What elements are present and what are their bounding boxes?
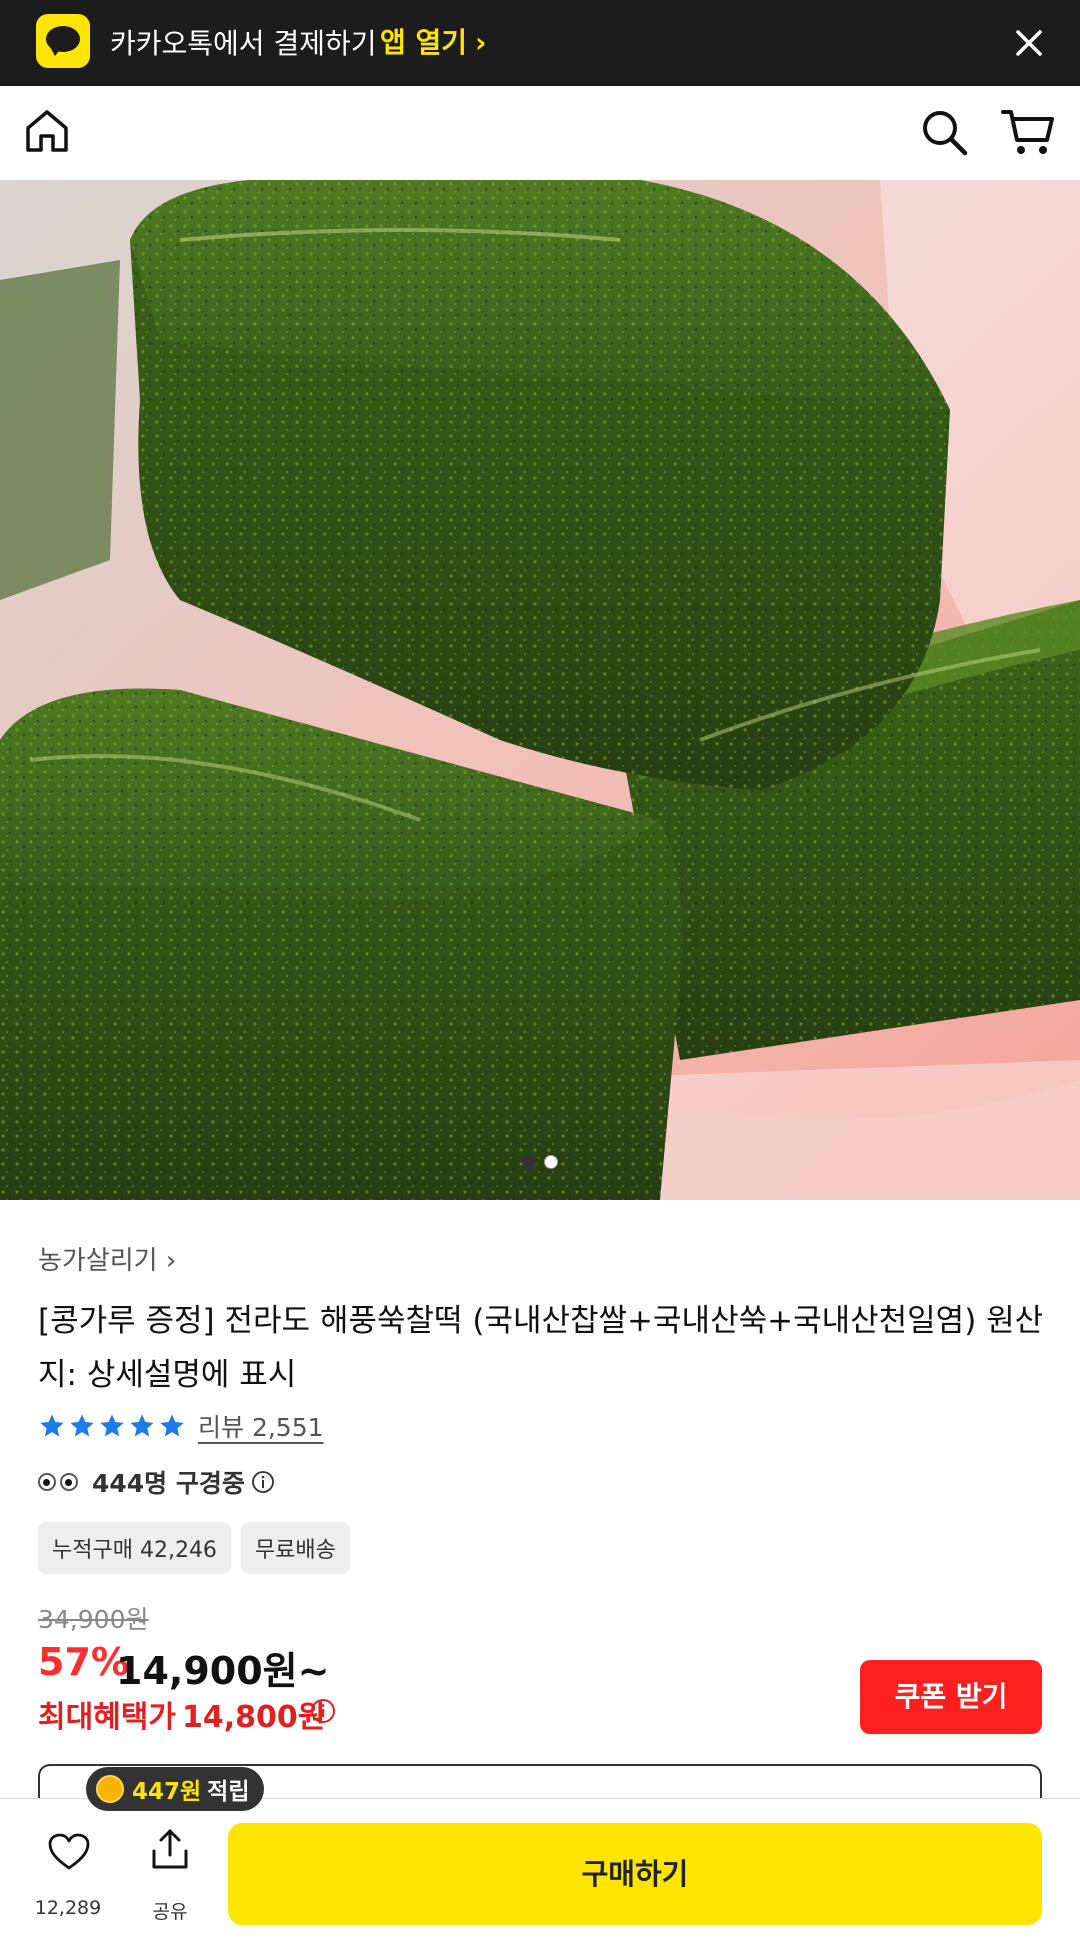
open-app-link[interactable]: 앱 열기 › xyxy=(380,21,487,61)
mugwort-rice-cake-photo xyxy=(0,180,1080,1200)
eyes-icon xyxy=(38,1473,82,1491)
star-icon xyxy=(40,1414,64,1437)
points-label: 적립 xyxy=(207,1779,250,1805)
tag-free-shipping: 무료배송 xyxy=(240,1522,350,1574)
original-price: 34,900원 xyxy=(38,1605,149,1634)
get-coupon-button[interactable]: 쿠폰 받기 xyxy=(860,1660,1042,1734)
star-icon xyxy=(100,1414,124,1437)
rating-row: 리뷰 2,551 xyxy=(38,1408,324,1444)
pager-dot-active xyxy=(522,1155,536,1169)
bottom-action-bar: 12,289 공유 구매하기 xyxy=(0,1798,1080,1946)
home-icon[interactable] xyxy=(22,106,72,156)
share-button[interactable]: 공유 xyxy=(130,1819,210,1923)
kakao-banner-text: 카카오톡에서 결제하기 xyxy=(110,27,377,60)
points-amount: 447원 xyxy=(132,1779,202,1805)
image-pager[interactable] xyxy=(0,1154,1080,1174)
review-count-link[interactable]: 리뷰 2,551 xyxy=(198,1408,324,1444)
tag-cumulative-purchases: 누적구매 42,246 xyxy=(38,1522,231,1574)
top-navigation xyxy=(0,86,1080,180)
search-icon[interactable] xyxy=(918,106,970,158)
kakao-app-banner: 카카오톡에서 결제하기 앱 열기 › xyxy=(0,0,1080,86)
chevron-right-icon: › xyxy=(475,26,487,59)
info-icon[interactable] xyxy=(310,1698,336,1724)
share-icon xyxy=(152,1829,188,1869)
store-link[interactable]: 농가살리기 › xyxy=(38,1240,176,1277)
product-image[interactable] xyxy=(0,180,1080,1200)
pager-dot xyxy=(544,1155,558,1169)
info-icon[interactable] xyxy=(251,1470,275,1494)
buy-button[interactable]: 구매하기 xyxy=(228,1823,1042,1925)
star-icon xyxy=(160,1414,184,1437)
product-tags: 누적구매 42,246 무료배송 xyxy=(38,1522,360,1574)
heart-icon xyxy=(48,1833,90,1870)
best-benefit-label: 최대혜택가 xyxy=(38,1700,176,1735)
viewers-row: 444명 구경중 xyxy=(38,1464,275,1500)
like-button[interactable]: 12,289 xyxy=(28,1819,108,1919)
cart-icon[interactable] xyxy=(1000,106,1056,158)
star-rating xyxy=(38,1412,188,1440)
close-icon[interactable] xyxy=(1004,18,1054,68)
best-benefit-price: 14,800원 xyxy=(182,1700,326,1735)
star-icon xyxy=(70,1414,94,1437)
points-tooltip: 447원 적립 xyxy=(86,1767,264,1811)
share-label: 공유 xyxy=(152,1901,188,1923)
coin-icon xyxy=(96,1775,124,1803)
product-title: [콩가루 증정] 전라도 해풍쑥찰떡 (국내산찹쌀+국내산쑥+국내산천일염) 원… xyxy=(38,1303,1044,1393)
kakao-talk-icon xyxy=(36,14,90,68)
viewers-count: 444명 구경중 xyxy=(92,1469,245,1498)
sale-price: 14,900원~ xyxy=(116,1649,330,1693)
star-icon xyxy=(130,1414,154,1437)
like-count: 12,289 xyxy=(34,1897,102,1919)
